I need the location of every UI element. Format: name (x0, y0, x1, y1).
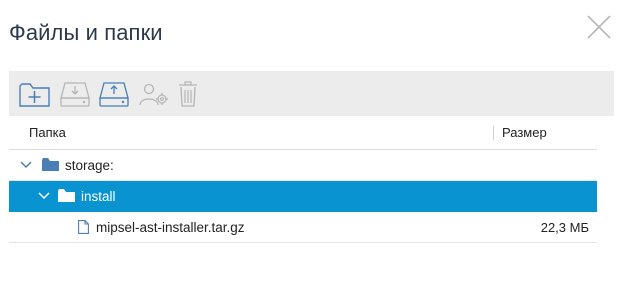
new-folder-icon (19, 83, 50, 107)
delete-button[interactable] (171, 79, 205, 109)
close-icon (587, 15, 611, 39)
upload-icon (99, 82, 129, 107)
folder-icon (42, 158, 59, 171)
tree-row-label: install (81, 189, 116, 204)
close-button[interactable] (586, 14, 612, 40)
download-button[interactable] (58, 79, 92, 109)
column-header-folder[interactable]: Папка (29, 125, 66, 140)
tree-row-install[interactable]: install (9, 181, 597, 212)
user-settings-icon (139, 83, 168, 106)
column-header-size[interactable]: Размер (502, 125, 547, 140)
toolbar (9, 71, 614, 116)
tree-row-label: mipsel-ast-installer.tar.gz (96, 220, 245, 235)
chevron-down-icon[interactable] (38, 191, 50, 201)
file-icon (78, 220, 89, 234)
dialog-title: Файлы и папки (9, 20, 163, 45)
tree-row-file[interactable]: mipsel-ast-installer.tar.gz 22,3 МБ (9, 212, 597, 243)
file-tree-table: Папка Размер storage: install mipsel-ast… (9, 116, 597, 243)
tree-row-label: storage: (65, 158, 114, 173)
column-divider[interactable] (493, 126, 494, 140)
download-icon (60, 82, 90, 107)
user-settings-button[interactable] (137, 79, 171, 109)
trash-icon (179, 81, 197, 107)
chevron-down-icon[interactable] (20, 160, 32, 170)
file-size: 22,3 МБ (540, 220, 589, 235)
table-header: Папка Размер (9, 116, 597, 150)
tree-row-storage[interactable]: storage: (9, 150, 597, 181)
upload-button[interactable] (97, 79, 131, 109)
folder-icon (58, 189, 75, 202)
new-folder-button[interactable] (18, 79, 52, 109)
